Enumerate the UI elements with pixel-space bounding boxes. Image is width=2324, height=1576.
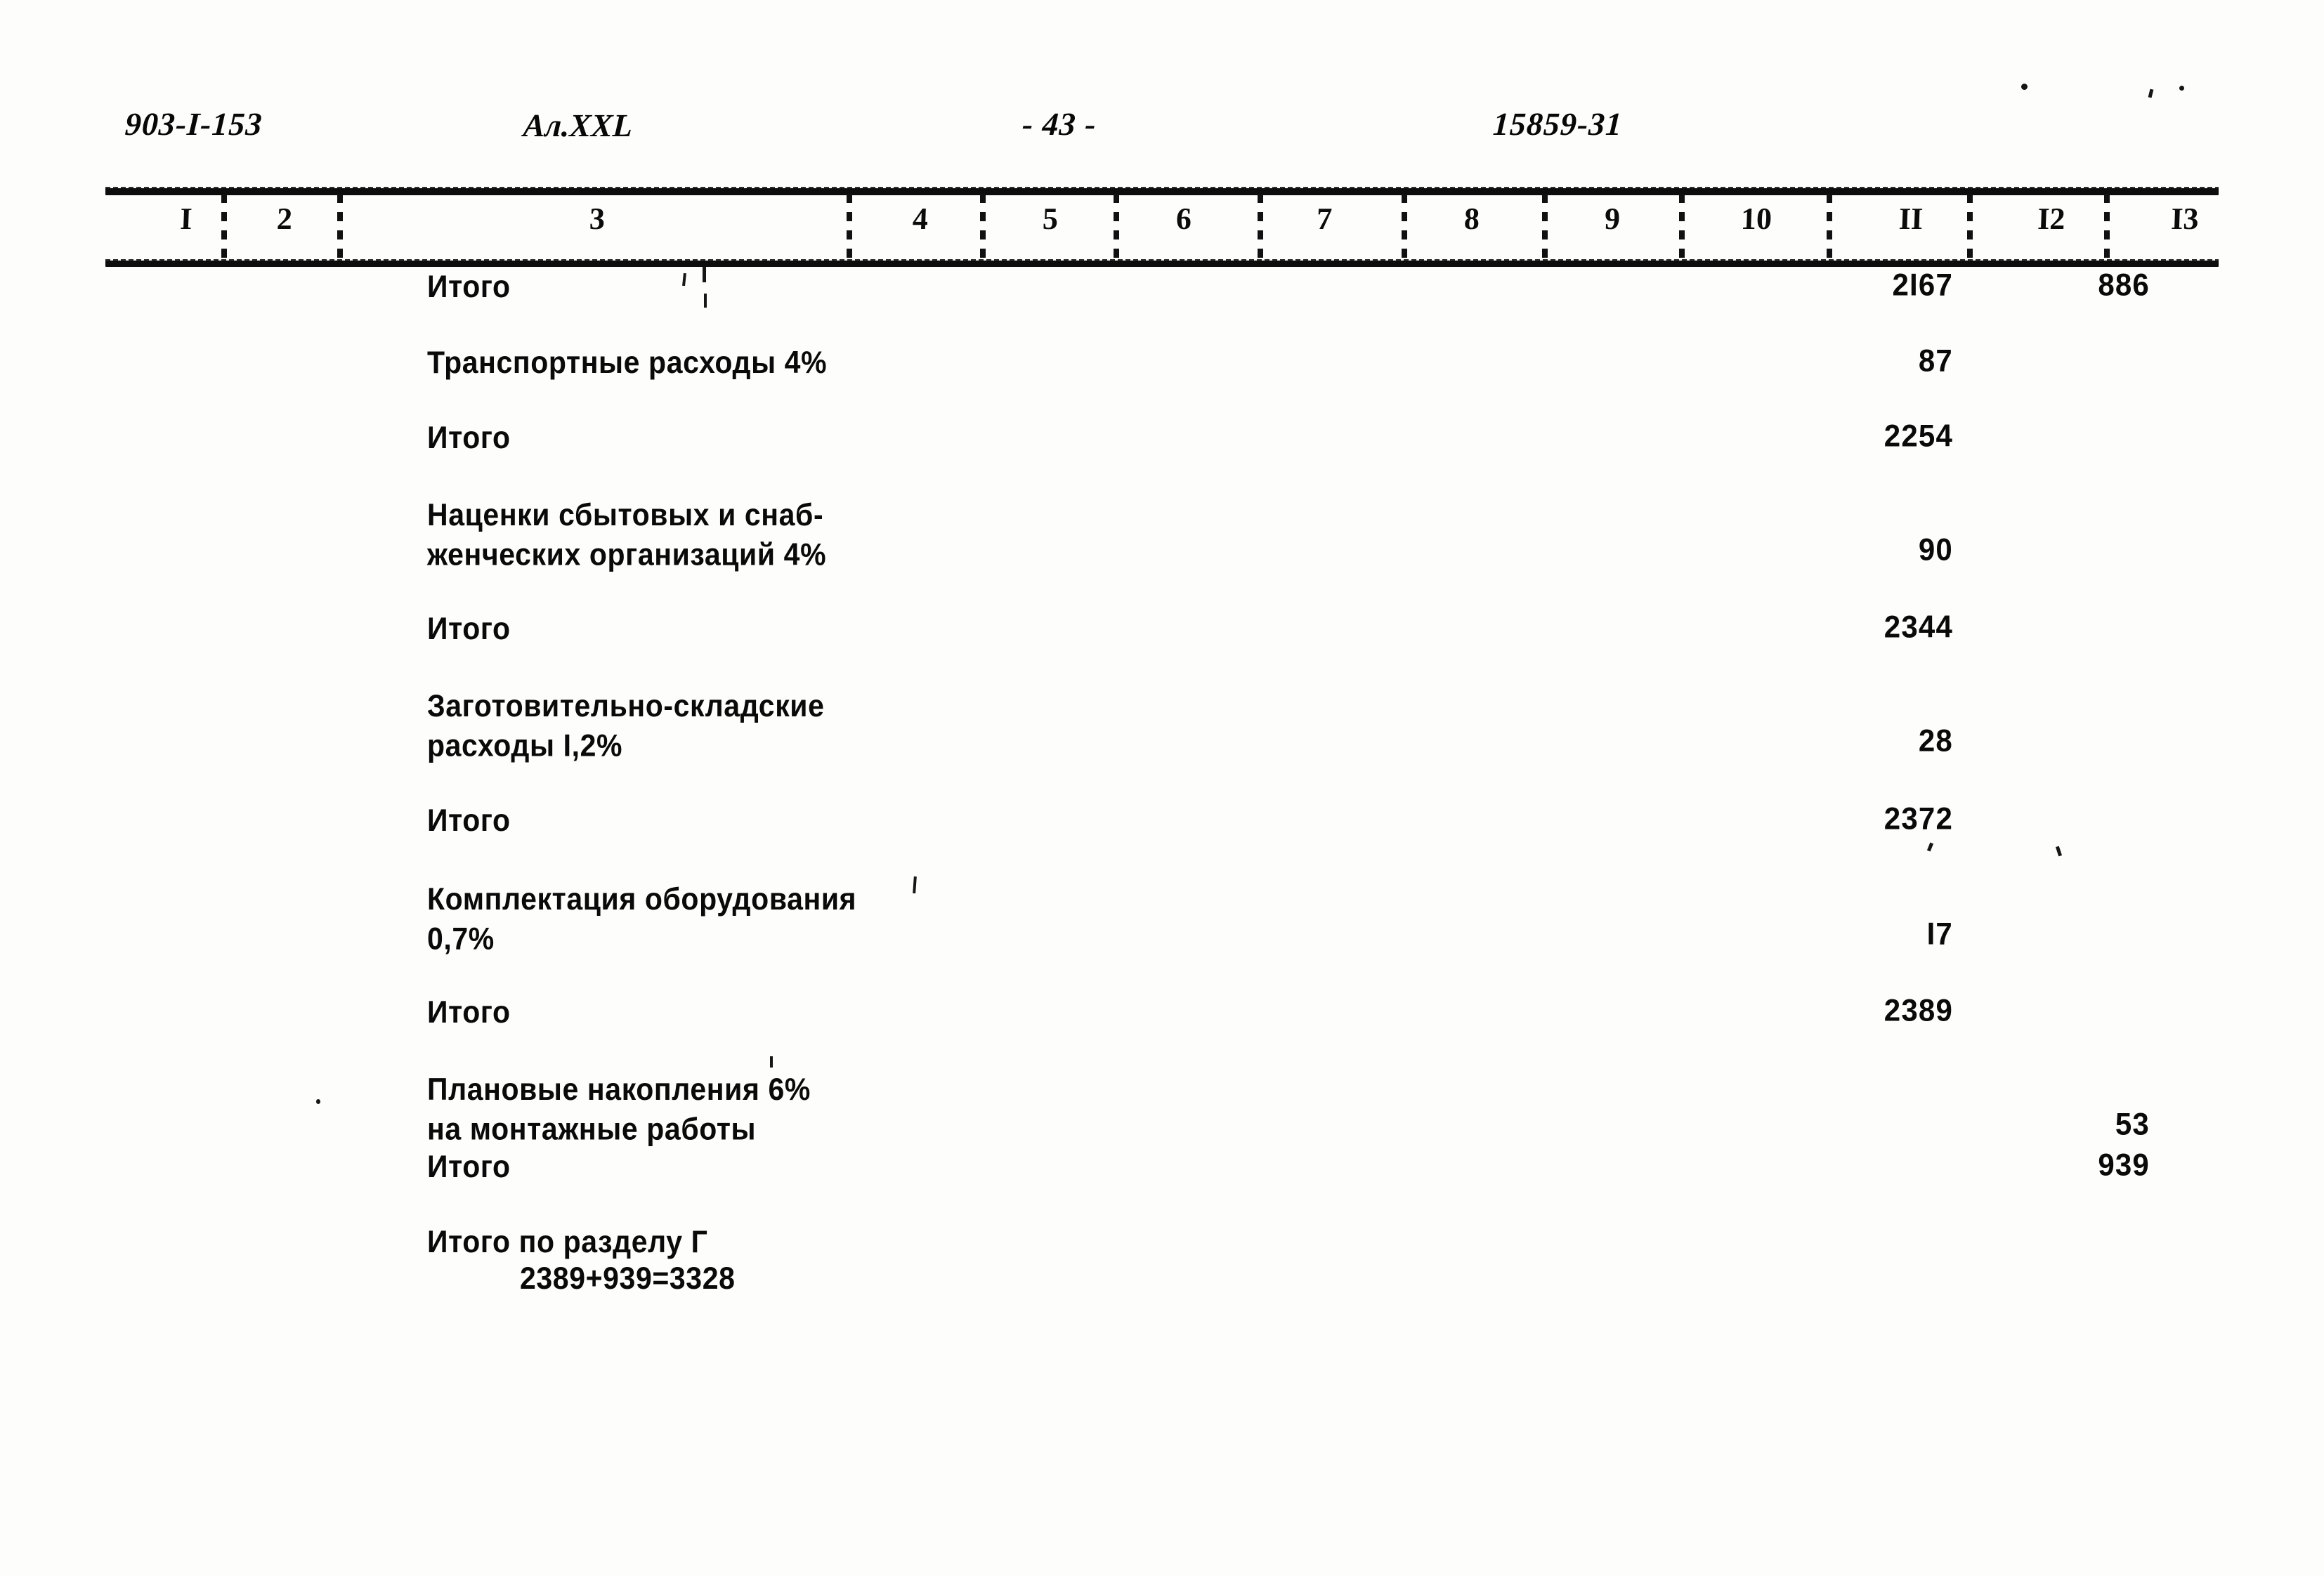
column-divider-3: [847, 194, 852, 261]
row-label: Итого: [427, 1149, 511, 1184]
column-header-3: 3: [589, 202, 606, 236]
row-label: Транспортные расходы 4%: [427, 345, 828, 380]
running-head: 903-I-153 Ал.XXL - 43 - 15859-31: [0, 105, 2324, 162]
document-number: 15859-31: [1491, 106, 1624, 142]
cell-column-11: 2372: [1884, 801, 1953, 836]
row-label: Комплектация оборудования 0,7%: [427, 881, 857, 957]
column-header-8: 8: [1463, 202, 1480, 236]
column-header-13: I3: [2170, 202, 2200, 236]
cell-column-11: I7: [1926, 916, 1953, 951]
row-label: Наценки сбытовых и снаб- женческих орган…: [427, 497, 827, 572]
column-divider-9: [1679, 194, 1685, 261]
column-header-4: 4: [912, 202, 929, 236]
cell-column-11: 87: [1918, 343, 1953, 378]
column-divider-11: [1967, 194, 1973, 261]
page-number: - 43 -: [1021, 106, 1097, 142]
cell-column-12: 53: [2115, 1106, 2150, 1141]
drawing-code: 903-I-153: [124, 106, 263, 142]
row-label: Плановые накопления 6% на монтажные рабо…: [427, 1072, 811, 1147]
cell-column-11: 28: [1918, 723, 1953, 758]
column-header-7: 7: [1316, 202, 1333, 236]
table-body: Итого 2I67 886 Транспортные расходы 4% 87 Ито…: [0, 267, 2324, 1320]
cell-column-11: 2344: [1884, 609, 1953, 644]
column-divider-1: [221, 194, 227, 261]
table-column-header: I 2 3 4 5 6 7 8 9 10 II I2 I3: [105, 187, 2219, 267]
section-total-label: Итого по разделу Г: [427, 1224, 708, 1259]
cell-column-11: 2I67: [1892, 267, 1953, 302]
column-header-2: 2: [276, 202, 293, 236]
column-header-11: II: [1898, 202, 1924, 236]
cell-column-12: 886: [2098, 267, 2150, 302]
row-label: Итого: [427, 611, 511, 646]
row-label: Заготовительно-складские расходы I,2%: [427, 688, 825, 763]
column-divider-4: [980, 194, 986, 261]
column-header-10: 10: [1740, 202, 1773, 236]
column-header-6: 6: [1175, 202, 1192, 236]
column-header-9: 9: [1604, 202, 1621, 236]
document-page: 903-I-153 Ал.XXL - 43 - 15859-31 I234567…: [0, 0, 2324, 1576]
row-label: Итого: [427, 994, 511, 1030]
column-divider-2: [337, 194, 343, 261]
column-header-12: I2: [2037, 202, 2066, 236]
column-divider-5: [1114, 194, 1119, 261]
cell-column-11: 2254: [1884, 418, 1953, 453]
column-divider-10: [1827, 194, 1832, 261]
column-divider-8: [1542, 194, 1548, 261]
table-top-rule: [105, 187, 2219, 195]
row-label: Итого: [427, 803, 511, 838]
section-total-formula: 2389+939=3328: [520, 1261, 736, 1296]
column-header-1: I: [179, 202, 193, 236]
column-divider-6: [1258, 194, 1263, 261]
album-label: Ал.XXL: [522, 107, 634, 143]
column-header-5: 5: [1042, 202, 1059, 236]
cell-column-11: 2389: [1884, 992, 1953, 1027]
cell-column-12: 939: [2098, 1147, 2150, 1182]
cell-column-11: 90: [1918, 532, 1953, 567]
table-bottom-rule: [105, 259, 2219, 267]
row-label: Итого: [427, 269, 511, 304]
row-label: Итого: [427, 420, 511, 455]
column-divider-7: [1402, 194, 1407, 261]
